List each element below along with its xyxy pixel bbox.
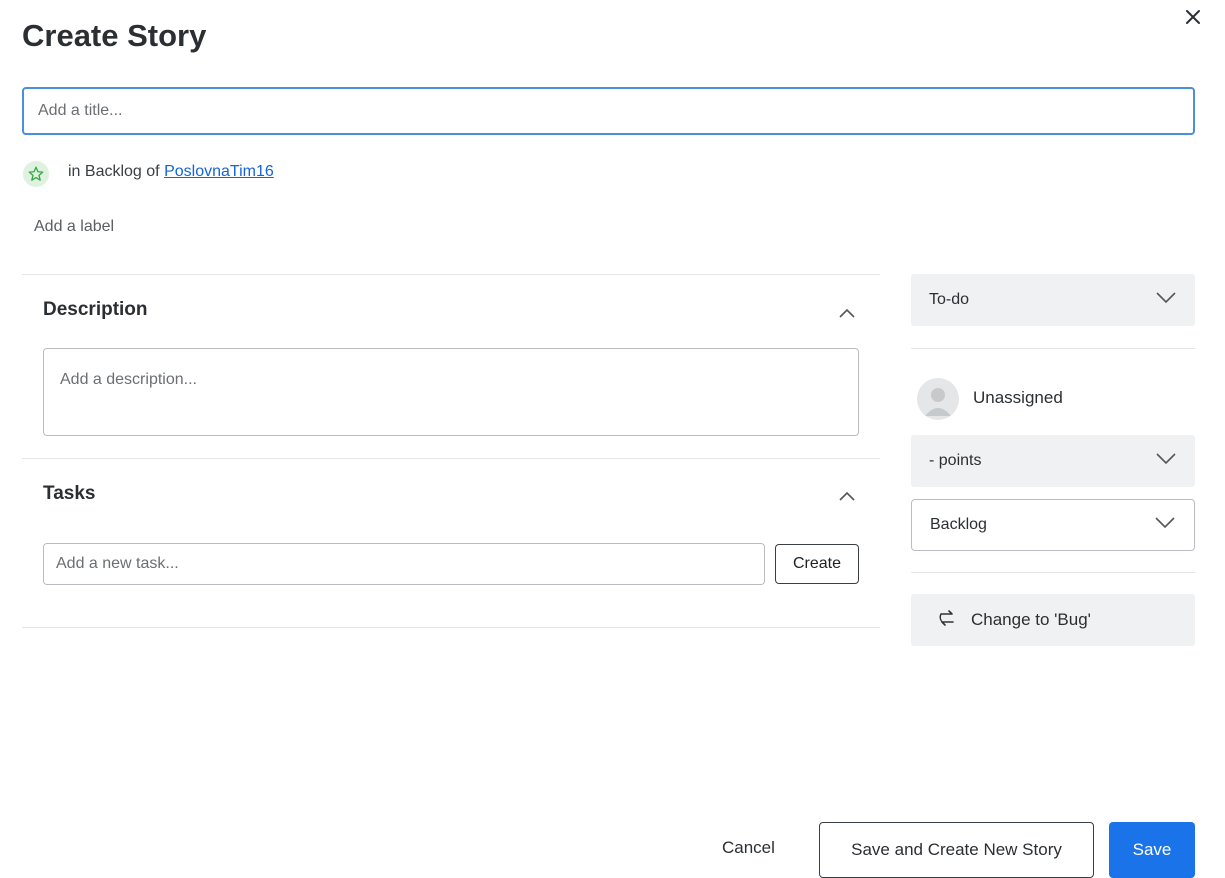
title-input[interactable]	[22, 87, 1195, 135]
description-heading: Description	[43, 299, 148, 320]
star-icon	[23, 161, 49, 187]
change-type-label: Change to 'Bug'	[971, 610, 1091, 629]
divider	[22, 627, 880, 628]
points-select[interactable]: - points	[911, 435, 1195, 487]
status-value: To-do	[929, 291, 970, 308]
sprint-select[interactable]: Backlog	[911, 499, 1195, 551]
new-task-input[interactable]: Add a new task...	[43, 543, 765, 585]
divider	[911, 572, 1195, 573]
divider	[22, 458, 880, 459]
chevron-down-icon	[1155, 291, 1177, 310]
add-label-button[interactable]: Add a label	[34, 218, 114, 236]
save-button[interactable]: Save	[1109, 822, 1195, 878]
chevron-down-icon	[1154, 516, 1176, 535]
backlog-location: in Backlog of PoslovnaTim16	[68, 163, 274, 181]
assignee-value[interactable]: Unassigned	[973, 388, 1063, 408]
points-value: - points	[929, 452, 982, 469]
change-type-button[interactable]: Change to 'Bug'	[911, 594, 1195, 646]
project-link[interactable]: PoslovnaTim16	[164, 163, 274, 180]
save-and-create-new-button[interactable]: Save and Create New Story	[819, 822, 1094, 878]
sprint-value: Backlog	[930, 516, 987, 533]
create-task-button[interactable]: Create	[775, 544, 859, 584]
status-select[interactable]: To-do	[911, 274, 1195, 326]
swap-icon	[937, 608, 957, 633]
chevron-up-icon[interactable]	[838, 489, 856, 501]
description-input[interactable]: Add a description...	[43, 348, 859, 436]
dialog-title: Create Story	[22, 18, 207, 53]
task-placeholder: Add a new task...	[56, 555, 179, 572]
divider	[911, 348, 1195, 349]
chevron-up-icon[interactable]	[838, 306, 856, 318]
cancel-button[interactable]: Cancel	[722, 838, 775, 858]
backlog-prefix: in Backlog of	[68, 163, 160, 180]
chevron-down-icon	[1155, 452, 1177, 471]
close-icon[interactable]	[1180, 4, 1206, 30]
tasks-heading: Tasks	[43, 483, 96, 504]
divider	[22, 274, 880, 275]
avatar[interactable]	[917, 378, 959, 420]
description-placeholder: Add a description...	[60, 371, 197, 388]
